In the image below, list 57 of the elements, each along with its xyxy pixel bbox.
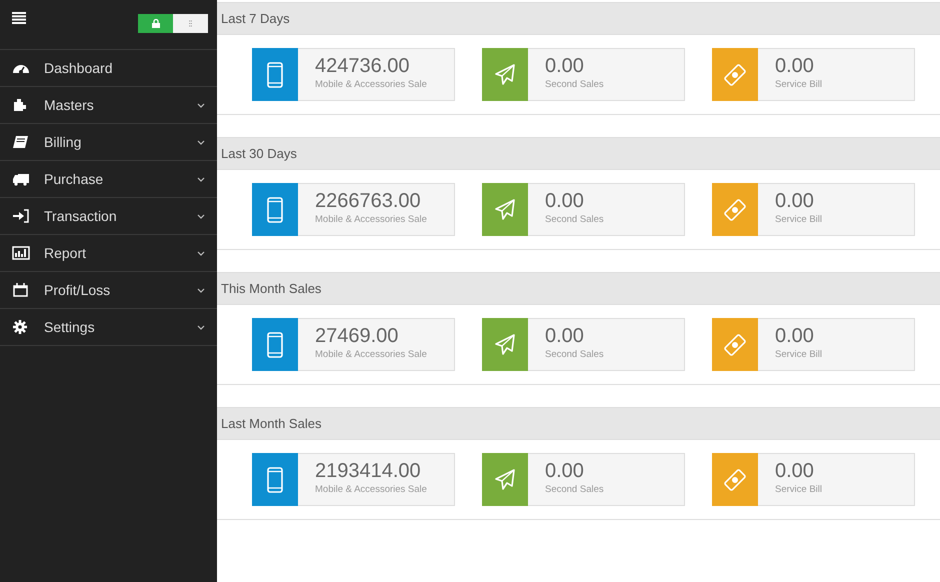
stat-label: Service Bill (775, 349, 822, 360)
stat-value: 424736.00 (315, 55, 411, 77)
paper-plane-icon (494, 466, 516, 492)
stat-value: 0.00 (545, 55, 585, 77)
phone-icon (264, 196, 286, 222)
stat-label: Mobile & Accessories Sale (315, 214, 427, 225)
sidebar-item[interactable]: Masters (0, 87, 217, 124)
stat-label: Mobile & Accessories Sale (315, 79, 427, 90)
stat-label: Second Sales (545, 484, 604, 495)
stat-label: Service Bill (775, 484, 822, 495)
stat-label: Second Sales (545, 349, 604, 360)
stat-value: 0.00 (775, 325, 815, 347)
stat-value: 0.00 (545, 190, 585, 212)
lock-toggle[interactable] (138, 14, 208, 33)
section-title: Last 30 Days (221, 146, 297, 161)
stat-label: Mobile & Accessories Sale (315, 484, 427, 495)
lock-icon (152, 19, 160, 28)
book-icon (12, 135, 30, 149)
stat-value: 2266763.00 (315, 190, 422, 212)
stat-value: 0.00 (545, 325, 585, 347)
banknote-icon (724, 196, 746, 222)
banknote-icon (724, 466, 746, 492)
paper-plane-icon (494, 62, 516, 88)
stat-value: 0.00 (545, 460, 585, 482)
stat-value: 0.00 (775, 55, 815, 77)
sidebar-item[interactable]: Report (0, 235, 217, 272)
truck-icon (12, 172, 30, 186)
stat-value: 2193414.00 (315, 460, 422, 482)
stat-label: Second Sales (545, 214, 604, 225)
stat-label: Service Bill (775, 79, 822, 90)
stat-label: Second Sales (545, 79, 604, 90)
section-title: This Month Sales (221, 281, 322, 296)
settings-icon (12, 320, 30, 334)
sidebar-item[interactable]: Dashboard (0, 50, 217, 87)
banknote-icon (724, 332, 746, 358)
phone-icon (264, 466, 286, 492)
calendar-icon (12, 283, 30, 297)
paper-plane-icon (494, 332, 516, 358)
sidebar-item[interactable]: Purchase (0, 161, 217, 198)
menu-icon[interactable] (12, 12, 26, 24)
sidebar-item[interactable]: Billing (0, 124, 217, 161)
paper-plane-icon (494, 196, 516, 222)
stat-value: 0.00 (775, 460, 815, 482)
sign-in-icon (12, 209, 30, 223)
section-title: Last 7 Days (221, 11, 290, 26)
phone-icon (264, 62, 286, 88)
banknote-icon (724, 62, 746, 88)
stat-label: Service Bill (775, 214, 822, 225)
stat-value: 0.00 (775, 190, 815, 212)
sidebar-item[interactable]: Transaction (0, 198, 217, 235)
sidebar-item[interactable]: Settings (0, 309, 217, 346)
stat-label: Mobile & Accessories Sale (315, 349, 427, 360)
sidebar-item[interactable]: Profit/Loss (0, 272, 217, 309)
stat-value: 27469.00 (315, 325, 400, 347)
phone-icon (264, 332, 286, 358)
section-title: Last Month Sales (221, 416, 322, 431)
bar-chart-icon (12, 246, 30, 260)
